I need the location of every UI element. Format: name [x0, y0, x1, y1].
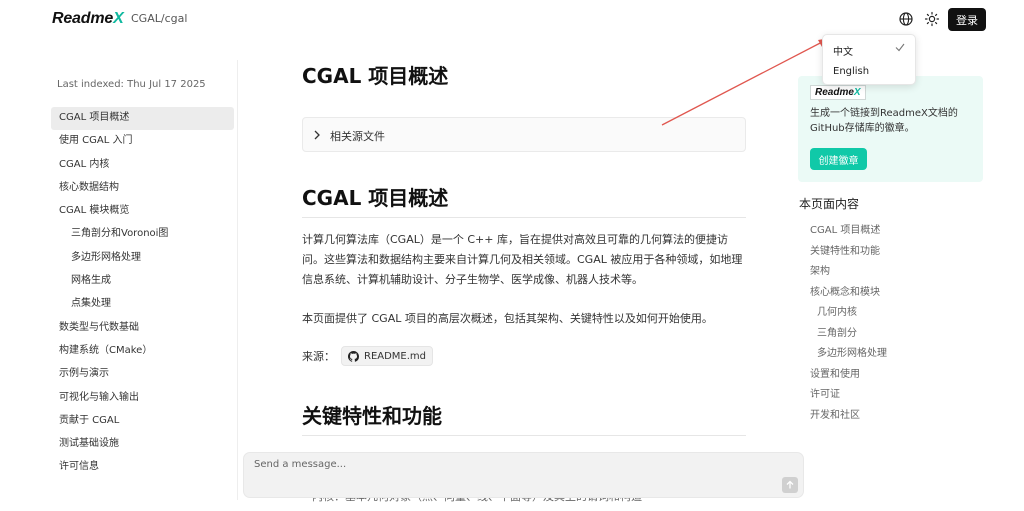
section-heading-features: 关键特性和功能: [302, 400, 746, 436]
sidebar-item-license[interactable]: 许可信息: [51, 456, 234, 479]
sidebar-item-overview[interactable]: CGAL 项目概述: [51, 107, 234, 131]
sun-icon[interactable]: [924, 11, 940, 27]
chevron-right-icon: [314, 130, 320, 140]
check-icon: [895, 43, 905, 52]
create-badge-button[interactable]: 创建徽章: [810, 148, 867, 170]
sidebar-item-visualization[interactable]: 可视化与输入输出: [51, 387, 234, 410]
sidebar-item-testing[interactable]: 测试基础设施: [51, 433, 234, 456]
toc-title: 本页面内容: [799, 197, 860, 211]
send-button[interactable]: [782, 477, 798, 493]
top-header: ReadmeX CGAL/cgal 登录: [0, 0, 1024, 38]
arrow-up-icon: [786, 480, 794, 489]
promo-text: 生成一个链接到ReadmeX文档的GitHub存储库的徽章。: [810, 108, 958, 134]
promo-logo-x: X: [853, 87, 861, 98]
intro-paragraph: 计算几何算法库（CGAL）是一个 C++ 库，旨在提供对高效且可靠的几何算法的便…: [302, 233, 743, 286]
related-source-files[interactable]: 相关源文件: [302, 117, 746, 152]
language-dropdown: 中文 English: [822, 34, 916, 85]
sidebar-item-kernel[interactable]: CGAL 内核: [51, 154, 234, 177]
toc-list: CGAL 项目概述 关键特性和功能 架构 核心概念和模块 几何内核 三角剖分 多…: [810, 221, 990, 426]
source-file-chip[interactable]: README.md: [341, 346, 434, 366]
toc-item-geometry-kernel[interactable]: 几何内核: [810, 303, 990, 324]
promo-readmex-logo: ReadmeX: [810, 85, 866, 100]
sidebar-item-number-types[interactable]: 数类型与代数基础: [51, 317, 234, 340]
language-option-en[interactable]: English: [833, 66, 869, 77]
toc-item-polygon-mesh[interactable]: 多边形网格处理: [810, 344, 990, 365]
toc-item-triangulation[interactable]: 三角剖分: [810, 324, 990, 345]
login-button[interactable]: 登录: [948, 8, 986, 31]
badge-promo-card: ReadmeX 生成一个链接到ReadmeX文档的GitHub存储库的徽章。 创…: [798, 76, 983, 182]
sidebar-item-examples[interactable]: 示例与演示: [51, 363, 234, 386]
sidebar-item-polygon-mesh[interactable]: 多边形网格处理: [51, 247, 234, 270]
sidebar-nav: CGAL 项目概述 使用 CGAL 入门 CGAL 内核 核心数据结构 CGAL…: [51, 107, 234, 480]
page-title: CGAL 项目概述: [302, 64, 449, 88]
toc-item-architecture[interactable]: 架构: [810, 262, 990, 283]
toc-item-core-concepts[interactable]: 核心概念和模块: [810, 283, 990, 304]
sidebar-item-modules[interactable]: CGAL 模块概览: [51, 200, 234, 223]
sidebar-item-core-data-structures[interactable]: 核心数据结构: [51, 177, 234, 200]
sidebar-item-triangulation[interactable]: 三角剖分和Voronoi图: [51, 223, 234, 246]
language-option-zh[interactable]: 中文: [833, 43, 853, 58]
toc-item-overview[interactable]: CGAL 项目概述: [810, 221, 990, 242]
last-indexed: Last indexed: Thu Jul 17 2025: [57, 79, 206, 90]
sidebar-item-mesh-generation[interactable]: 网格生成: [51, 270, 234, 293]
logo-text: Readme: [52, 10, 114, 27]
promo-logo-text: Readme: [815, 87, 854, 98]
logo-x: X: [113, 10, 124, 27]
toc-item-setup[interactable]: 设置和使用: [810, 365, 990, 386]
readmex-logo[interactable]: ReadmeX: [52, 10, 124, 28]
toc-item-community[interactable]: 开发和社区: [810, 406, 990, 427]
related-source-label: 相关源文件: [330, 130, 385, 143]
sidebar-item-contributing[interactable]: 贡献于 CGAL: [51, 410, 234, 433]
section-heading-overview: CGAL 项目概述: [302, 182, 746, 218]
sidebar-item-build-system[interactable]: 构建系统（CMake）: [51, 340, 234, 363]
chat-box: [243, 452, 804, 498]
left-sidebar: Last indexed: Thu Jul 17 2025 CGAL 项目概述 …: [48, 60, 238, 500]
repo-path[interactable]: CGAL/cgal: [131, 12, 187, 25]
toc-item-features[interactable]: 关键特性和功能: [810, 242, 990, 263]
toc-item-license[interactable]: 许可证: [810, 385, 990, 406]
github-icon: [348, 350, 359, 362]
summary-paragraph: 本页面提供了 CGAL 项目的高层次概述，包括其架构、关键特性以及如何开始使用。: [302, 312, 713, 325]
chat-input[interactable]: [254, 459, 754, 470]
source-line: 来源： README.md: [302, 346, 434, 366]
source-label: 来源：: [302, 350, 335, 363]
globe-icon[interactable]: [898, 11, 914, 27]
sidebar-item-point-set[interactable]: 点集处理: [51, 293, 234, 316]
sidebar-item-getting-started[interactable]: 使用 CGAL 入门: [51, 130, 234, 153]
source-file-name: README.md: [364, 350, 427, 362]
